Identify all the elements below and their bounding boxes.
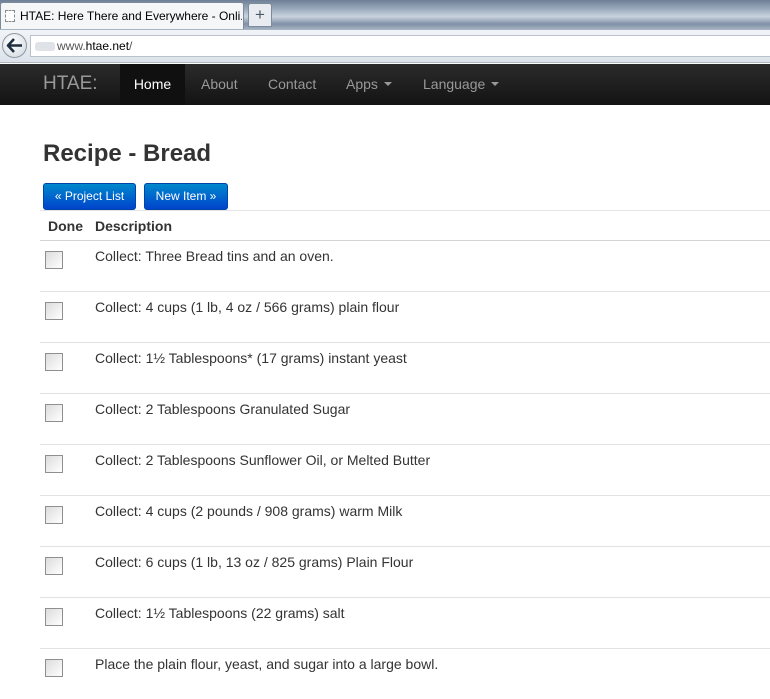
- table-row: Collect: 2 Tablespoons Sunflower Oil, or…: [40, 445, 770, 496]
- done-checkbox[interactable]: [45, 608, 63, 626]
- task-description: Collect: 6 cups (1 lb, 13 oz / 825 grams…: [95, 554, 414, 570]
- task-table: Done Description Collect: Three Bread ti…: [40, 210, 770, 699]
- done-checkbox[interactable]: [45, 659, 63, 677]
- browser-tab-title: HTAE: Here There and Everywhere - Onli..…: [20, 9, 242, 23]
- done-checkbox[interactable]: [45, 557, 63, 575]
- task-description: Collect: 1½ Tablespoons* (17 grams) inst…: [95, 350, 407, 366]
- nav-item-label: Contact: [268, 76, 317, 92]
- page-title: Recipe - Bread: [43, 140, 212, 167]
- browser-toolbar: www.htae.net/: [0, 30, 770, 63]
- task-description: Collect: 2 Tablespoons Granulated Sugar: [95, 401, 351, 417]
- url-suffix: /: [129, 39, 133, 53]
- caret-down-icon: [491, 82, 500, 87]
- nav-item-label: Apps: [346, 76, 378, 92]
- table-row: Collect: 6 cups (1 lb, 13 oz / 825 grams…: [40, 547, 770, 598]
- done-checkbox[interactable]: [45, 353, 63, 371]
- browser-tab-strip: HTAE: Here There and Everywhere - Onli..…: [0, 0, 770, 30]
- caret-down-icon: [383, 82, 392, 87]
- done-checkbox[interactable]: [45, 404, 63, 422]
- done-checkbox[interactable]: [45, 455, 63, 473]
- url-prefix: www.: [57, 39, 86, 53]
- table-row: Place the plain flour, yeast, and sugar …: [40, 649, 770, 699]
- table-row: Collect: 1½ Tablespoons* (17 grams) inst…: [40, 343, 770, 394]
- table-header: Done Description: [40, 211, 770, 241]
- new-tab-button[interactable]: +: [248, 3, 272, 27]
- site-navbar: HTAE: Home About Contact Apps Language: [0, 64, 770, 105]
- task-description: Collect: 4 cups (1 lb, 4 oz / 566 grams)…: [95, 299, 400, 315]
- back-button[interactable]: [2, 33, 27, 58]
- table-row: Collect: Three Bread tins and an oven.: [40, 241, 770, 292]
- task-description: Collect: 4 cups (2 pounds / 908 grams) w…: [95, 503, 403, 519]
- nav-item-about[interactable]: About: [201, 64, 238, 105]
- table-row: Collect: 4 cups (2 pounds / 908 grams) w…: [40, 496, 770, 547]
- task-description: Collect: 1½ Tablespoons (22 grams) salt: [95, 605, 345, 621]
- task-description: Place the plain flour, yeast, and sugar …: [95, 656, 439, 672]
- brand-logo[interactable]: HTAE:: [43, 73, 98, 95]
- new-item-button[interactable]: New Item »: [144, 183, 228, 210]
- browser-tab[interactable]: HTAE: Here There and Everywhere - Onli..…: [0, 2, 244, 29]
- back-arrow-icon: [6, 38, 22, 53]
- page-favicon-icon: [5, 10, 15, 22]
- nav-item-label: About: [201, 76, 238, 92]
- nav-item-home[interactable]: Home: [120, 64, 185, 105]
- nav-item-contact[interactable]: Contact: [268, 64, 316, 105]
- done-checkbox[interactable]: [45, 251, 63, 269]
- done-checkbox[interactable]: [45, 506, 63, 524]
- nav-item-apps[interactable]: Apps: [346, 64, 392, 105]
- url-host: htae.net: [85, 39, 130, 53]
- nav-item-label: Home: [133, 76, 172, 92]
- url-identity-icon: [35, 42, 55, 51]
- nav-item-language[interactable]: Language: [423, 64, 500, 105]
- url-input[interactable]: www.htae.net/: [30, 35, 770, 57]
- table-row: Collect: 1½ Tablespoons (22 grams) salt: [40, 598, 770, 649]
- column-header-done: Done: [48, 218, 83, 234]
- task-description: Collect: 2 Tablespoons Sunflower Oil, or…: [95, 452, 431, 468]
- project-list-button[interactable]: « Project List: [43, 183, 136, 210]
- task-description: Collect: Three Bread tins and an oven.: [95, 248, 334, 264]
- done-checkbox[interactable]: [45, 302, 63, 320]
- url-text: www.htae.net/: [57, 39, 132, 53]
- table-row: Collect: 4 cups (1 lb, 4 oz / 566 grams)…: [40, 292, 770, 343]
- column-header-description: Description: [95, 218, 173, 234]
- table-row: Collect: 2 Tablespoons Granulated Sugar: [40, 394, 770, 445]
- nav-item-label: Language: [423, 76, 486, 92]
